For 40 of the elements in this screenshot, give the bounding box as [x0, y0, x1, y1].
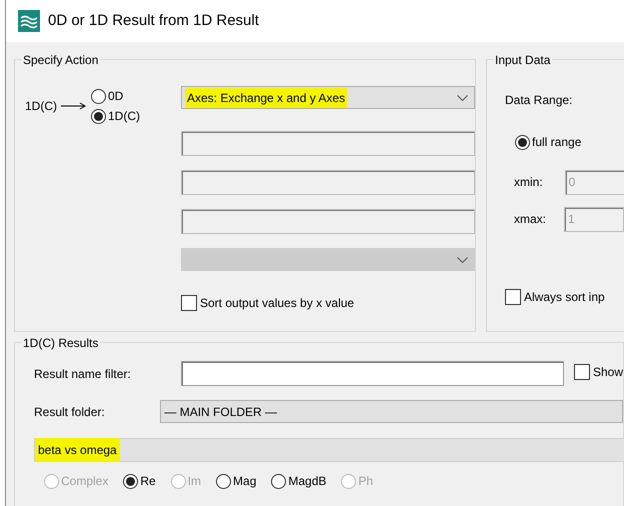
parameter-field[interactable] — [181, 131, 475, 156]
name-filter-field[interactable] — [180, 361, 564, 386]
checkbox-label: Sort output values by x value — [200, 295, 354, 312]
radio-button[interactable] — [515, 134, 530, 150]
arrow-icon — [61, 102, 87, 110]
radio-button[interactable] — [271, 474, 286, 488]
app-icon — [18, 10, 40, 32]
selected-action: Axes: Exchange x and y Axes — [185, 88, 348, 108]
radio-label: 0D — [108, 88, 124, 105]
radio-button[interactable] — [91, 88, 106, 104]
filter-label: Result name filter: — [34, 366, 132, 382]
window-title: 0D or 1D Result from 1D Result — [48, 10, 259, 31]
checkbox-label: Always sort inp — [524, 288, 605, 306]
radio-button[interactable] — [216, 474, 232, 488]
radio-label: Im — [188, 473, 202, 490]
caret-icon — [457, 256, 468, 262]
folder-dropdown[interactable]: — MAIN FOLDER — — [160, 400, 623, 423]
checkbox[interactable] — [574, 364, 590, 380]
radio-label: Mag — [233, 473, 256, 490]
checkbox-label: Show — [592, 364, 623, 380]
radio-label: 1D(C) — [108, 108, 140, 125]
radio-label: full range — [532, 134, 582, 151]
action-dropdown[interactable]: Axes: Exchange x and y Axes — [181, 86, 475, 109]
source-label: 1D(C) — [25, 98, 57, 115]
radio-label: Ph — [358, 473, 374, 490]
data-range-label: Data Range: — [505, 93, 572, 107]
result-list-item[interactable]: beta vs omega — [34, 438, 624, 462]
range-label: xmin: — [514, 174, 543, 191]
range-label: xmax: — [514, 211, 546, 228]
radio-button[interactable] — [123, 474, 138, 488]
parameter-field[interactable] — [181, 170, 475, 195]
radio-label: MagdB — [288, 473, 326, 490]
folder-label: Result folder: — [34, 404, 106, 420]
checkbox[interactable] — [505, 288, 521, 304]
radio-button[interactable] — [91, 108, 106, 124]
parameter-field[interactable] — [181, 209, 475, 234]
radio-label: Re — [140, 473, 156, 490]
caret-icon — [457, 94, 468, 100]
checkbox[interactable] — [181, 295, 197, 311]
radio-label: Complex — [61, 473, 108, 490]
